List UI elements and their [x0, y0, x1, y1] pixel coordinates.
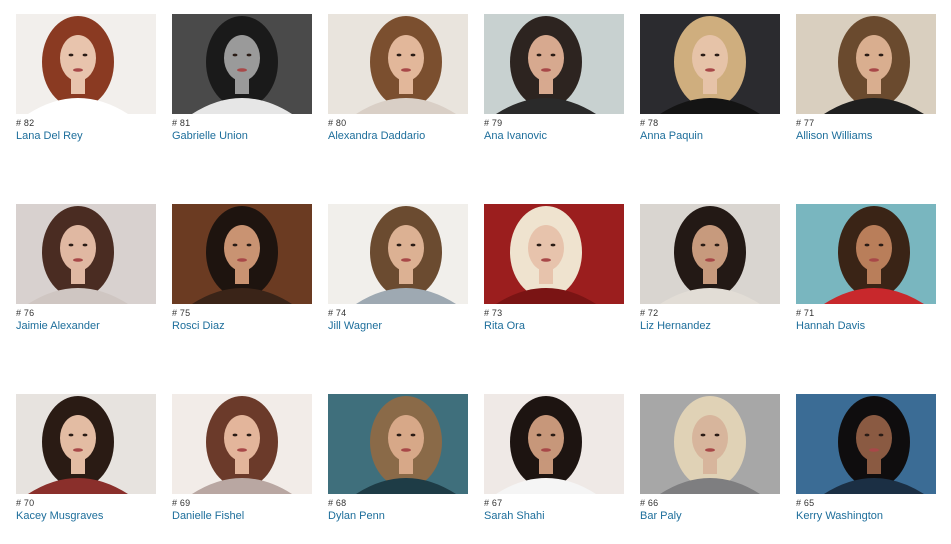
- rank-label: # 80: [328, 118, 347, 128]
- celebrity-photo[interactable]: [328, 204, 468, 304]
- celebrity-card[interactable]: # 67 Sarah Shahi: [484, 394, 624, 544]
- portrait-image: [328, 394, 468, 494]
- rank-label: # 76: [16, 308, 35, 318]
- rank-label: # 78: [640, 118, 659, 128]
- celebrity-name-link[interactable]: Lana Del Rey: [16, 129, 156, 143]
- rank-label: # 65: [796, 498, 815, 508]
- celebrity-photo[interactable]: [172, 394, 312, 494]
- celebrity-name-link[interactable]: Hannah Davis: [796, 319, 936, 333]
- celebrity-name-link[interactable]: Bar Paly: [640, 509, 780, 523]
- celebrity-name-link[interactable]: Dylan Penn: [328, 509, 468, 523]
- portrait-image: [172, 14, 312, 114]
- rank-label: # 66: [640, 498, 659, 508]
- celebrity-photo[interactable]: [796, 394, 936, 494]
- celebrity-photo[interactable]: [172, 14, 312, 114]
- rank-label: # 67: [484, 498, 503, 508]
- portrait-image: [328, 204, 468, 304]
- portrait-image: [796, 204, 936, 304]
- celebrity-name-link[interactable]: Gabrielle Union: [172, 129, 312, 143]
- portrait-image: [16, 394, 156, 494]
- rank-label: # 77: [796, 118, 815, 128]
- celebrity-name-link[interactable]: Rosci Diaz: [172, 319, 312, 333]
- portrait-image: [640, 14, 780, 114]
- portrait-image: [328, 14, 468, 114]
- celebrity-name-link[interactable]: Jill Wagner: [328, 319, 468, 333]
- celebrity-name-link[interactable]: Rita Ora: [484, 319, 624, 333]
- celebrity-card[interactable]: # 78 Anna Paquin: [640, 14, 780, 164]
- celebrity-name-link[interactable]: Anna Paquin: [640, 129, 780, 143]
- celebrity-card[interactable]: # 68 Dylan Penn: [328, 394, 468, 544]
- portrait-image: [484, 394, 624, 494]
- celebrity-photo[interactable]: [328, 394, 468, 494]
- celebrity-card[interactable]: # 79 Ana Ivanovic: [484, 14, 624, 164]
- celebrity-photo[interactable]: [640, 14, 780, 114]
- celebrity-photo[interactable]: [484, 394, 624, 494]
- celebrity-photo[interactable]: [796, 14, 936, 114]
- celebrity-card[interactable]: # 75 Rosci Diaz: [172, 204, 312, 354]
- celebrity-card[interactable]: # 72 Liz Hernandez: [640, 204, 780, 354]
- celebrity-card[interactable]: # 70 Kacey Musgraves: [16, 394, 156, 544]
- celebrity-photo[interactable]: [796, 204, 936, 304]
- celebrity-card[interactable]: # 74 Jill Wagner: [328, 204, 468, 354]
- celebrity-name-link[interactable]: Allison Williams: [796, 129, 936, 143]
- celebrity-card[interactable]: # 80 Alexandra Daddario: [328, 14, 468, 164]
- portrait-image: [172, 394, 312, 494]
- celebrity-photo[interactable]: [328, 14, 468, 114]
- celebrity-card[interactable]: # 69 Danielle Fishel: [172, 394, 312, 544]
- celebrity-photo[interactable]: [484, 204, 624, 304]
- celebrity-name-link[interactable]: Sarah Shahi: [484, 509, 624, 523]
- celebrity-grid: # 82 Lana Del Rey # 81 Gabrielle Union # 80 A…: [16, 14, 936, 544]
- portrait-image: [16, 14, 156, 114]
- portrait-image: [640, 204, 780, 304]
- celebrity-card[interactable]: # 73 Rita Ora: [484, 204, 624, 354]
- celebrity-photo[interactable]: [640, 394, 780, 494]
- rank-label: # 74: [328, 308, 347, 318]
- celebrity-photo[interactable]: [16, 14, 156, 114]
- celebrity-photo[interactable]: [172, 204, 312, 304]
- portrait-image: [484, 204, 624, 304]
- celebrity-name-link[interactable]: Jaimie Alexander: [16, 319, 156, 333]
- rank-label: # 71: [796, 308, 815, 318]
- celebrity-name-link[interactable]: Ana Ivanovic: [484, 129, 624, 143]
- celebrity-name-link[interactable]: Kerry Washington: [796, 509, 936, 523]
- celebrity-card[interactable]: # 82 Lana Del Rey: [16, 14, 156, 164]
- celebrity-name-link[interactable]: Liz Hernandez: [640, 319, 780, 333]
- rank-label: # 82: [16, 118, 35, 128]
- rank-label: # 81: [172, 118, 191, 128]
- portrait-image: [16, 204, 156, 304]
- celebrity-name-link[interactable]: Alexandra Daddario: [328, 129, 468, 143]
- celebrity-card[interactable]: # 81 Gabrielle Union: [172, 14, 312, 164]
- portrait-image: [640, 394, 780, 494]
- rank-label: # 73: [484, 308, 503, 318]
- celebrity-card[interactable]: # 65 Kerry Washington: [796, 394, 936, 544]
- rank-label: # 79: [484, 118, 503, 128]
- rank-label: # 75: [172, 308, 191, 318]
- rank-label: # 68: [328, 498, 347, 508]
- celebrity-card[interactable]: # 71 Hannah Davis: [796, 204, 936, 354]
- celebrity-photo[interactable]: [16, 204, 156, 304]
- celebrity-photo[interactable]: [16, 394, 156, 494]
- celebrity-photo[interactable]: [484, 14, 624, 114]
- celebrity-card[interactable]: # 66 Bar Paly: [640, 394, 780, 544]
- celebrity-name-link[interactable]: Kacey Musgraves: [16, 509, 156, 523]
- celebrity-name-link[interactable]: Danielle Fishel: [172, 509, 312, 523]
- portrait-image: [796, 14, 936, 114]
- celebrity-photo[interactable]: [640, 204, 780, 304]
- celebrity-card[interactable]: # 77 Allison Williams: [796, 14, 936, 164]
- rank-label: # 72: [640, 308, 659, 318]
- portrait-image: [796, 394, 936, 494]
- portrait-image: [172, 204, 312, 304]
- portrait-image: [484, 14, 624, 114]
- rank-label: # 70: [16, 498, 35, 508]
- rank-label: # 69: [172, 498, 191, 508]
- celebrity-card[interactable]: # 76 Jaimie Alexander: [16, 204, 156, 354]
